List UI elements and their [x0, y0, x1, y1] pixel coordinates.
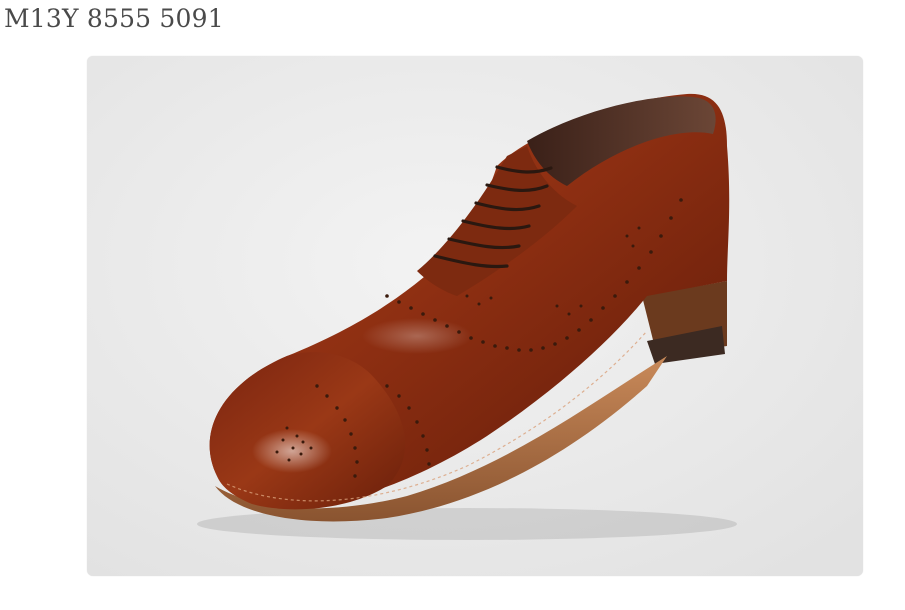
shoe-illustration — [87, 56, 863, 576]
product-photo[interactable] — [87, 56, 863, 576]
product-title: M13Y 8555 5091 — [4, 4, 224, 33]
